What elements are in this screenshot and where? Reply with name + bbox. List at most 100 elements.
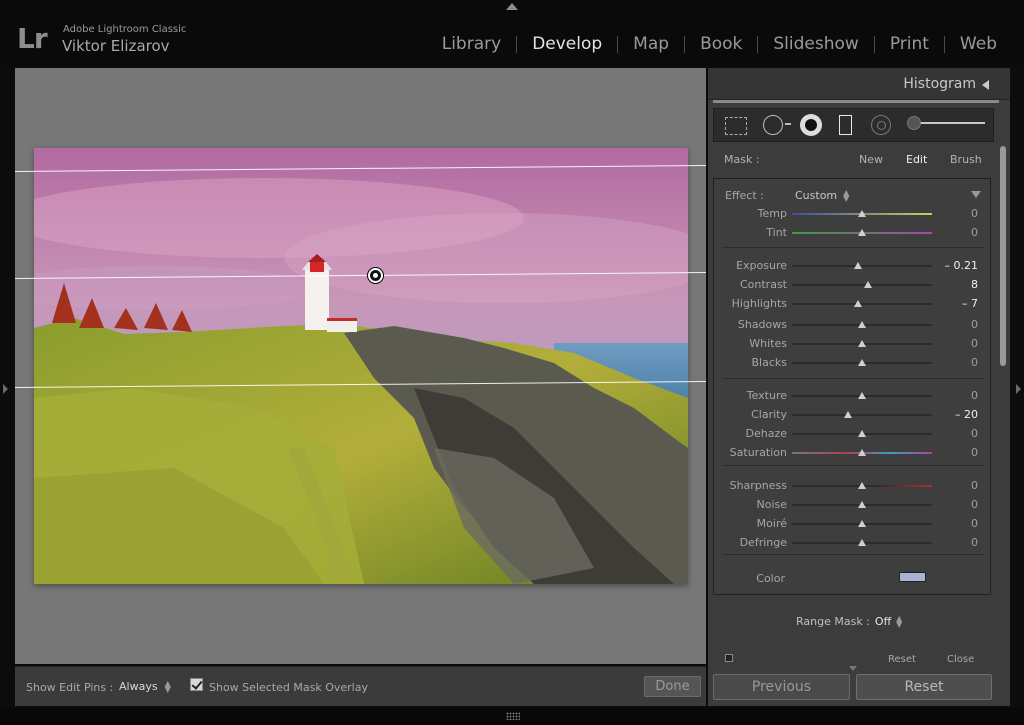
texture-slider[interactable]: [792, 392, 932, 399]
mask-new-option[interactable]: New: [859, 153, 883, 166]
shadows-value[interactable]: 0: [971, 318, 978, 331]
range-mask-select[interactable]: Range Mask : Off ▲ ▼: [796, 614, 902, 628]
contrast-slider[interactable]: [792, 281, 932, 288]
module-library[interactable]: Library: [427, 34, 516, 54]
exposure-slider[interactable]: [792, 262, 932, 269]
whites-slider-thumb[interactable]: [858, 340, 866, 347]
adjustment-brush-icon[interactable]: [907, 116, 921, 130]
histogram-header[interactable]: Histogram: [708, 68, 1010, 100]
whites-value[interactable]: 0: [971, 337, 978, 350]
noise-value[interactable]: 0: [971, 498, 978, 511]
blacks-value[interactable]: 0: [971, 356, 978, 369]
saturation-value[interactable]: 0: [971, 446, 978, 459]
noise-slider-thumb[interactable]: [858, 501, 866, 508]
clarity-slider-thumb[interactable]: [844, 411, 852, 418]
blacks-slider[interactable]: [792, 359, 932, 366]
show-edit-pins-select[interactable]: Always ▲ ▼: [119, 679, 171, 693]
radial-filter-icon[interactable]: [871, 115, 891, 135]
updown-arrows-icon: ▲ ▼: [843, 187, 850, 203]
contrast-label: Contrast: [739, 278, 787, 291]
photo-canvas[interactable]: [15, 68, 706, 664]
whites-slider[interactable]: [792, 340, 932, 347]
saturation-slider-thumb[interactable]: [858, 449, 866, 456]
tint-slider-thumb[interactable]: [858, 229, 866, 236]
spot-removal-icon[interactable]: [763, 115, 783, 135]
defringe-slider-thumb[interactable]: [858, 539, 866, 546]
expand-left-panel-icon[interactable]: [3, 384, 8, 394]
temp-slider[interactable]: [792, 210, 932, 217]
saturation-slider[interactable]: [792, 449, 932, 456]
mask-overlay-checkbox[interactable]: [190, 678, 203, 691]
clarity-value[interactable]: – 20: [955, 408, 978, 421]
texture-value[interactable]: 0: [971, 389, 978, 402]
module-web[interactable]: Web: [945, 34, 1012, 54]
dehaze-slider-thumb[interactable]: [858, 430, 866, 437]
slider-row-contrast: Contrast 8: [714, 276, 992, 295]
moire-value[interactable]: 0: [971, 517, 978, 530]
shadows-slider[interactable]: [792, 321, 932, 328]
tint-slider[interactable]: [792, 229, 932, 236]
module-print[interactable]: Print: [875, 34, 944, 54]
effect-preset-select[interactable]: Custom ▲ ▼: [795, 187, 850, 203]
highlights-slider-thumb[interactable]: [853, 300, 862, 307]
mask-close-link[interactable]: Close: [947, 654, 974, 665]
module-book[interactable]: Book: [685, 34, 757, 54]
reset-button[interactable]: Reset: [856, 674, 992, 700]
crop-overlay-icon[interactable]: [725, 117, 747, 135]
dehaze-value[interactable]: 0: [971, 427, 978, 440]
mask-overlay-label: Show Selected Mask Overlay: [209, 681, 368, 694]
noise-slider[interactable]: [792, 501, 932, 508]
done-button[interactable]: Done: [644, 676, 701, 697]
collapse-triangle-icon[interactable]: [982, 80, 989, 90]
mask-toggle-switch[interactable]: [725, 654, 733, 662]
dehaze-slider[interactable]: [792, 430, 932, 437]
exposure-value[interactable]: – 0.21: [945, 259, 979, 272]
color-swatch[interactable]: [899, 572, 926, 582]
sharpness-slider[interactable]: [792, 482, 932, 489]
show-edit-pins-value: Always: [119, 680, 158, 693]
slider-row-moire: Moiré 0: [714, 515, 992, 534]
graduated-filter-pin[interactable]: [368, 268, 383, 283]
moire-slider-thumb[interactable]: [858, 520, 866, 527]
panel-expand-caret-icon[interactable]: [849, 666, 857, 671]
shadows-slider-thumb[interactable]: [858, 321, 866, 328]
defringe-value[interactable]: 0: [971, 536, 978, 549]
range-mask-row[interactable]: Range Mask : Off ▲ ▼: [713, 603, 994, 633]
mask-edit-option[interactable]: Edit: [906, 153, 927, 166]
highlights-value[interactable]: – 7: [962, 297, 978, 310]
module-slideshow[interactable]: Slideshow: [758, 34, 873, 54]
texture-slider-thumb[interactable]: [858, 392, 866, 399]
filmstrip-grip-icon[interactable]: [506, 712, 520, 720]
lighthouse-photo[interactable]: [34, 148, 688, 584]
red-eye-icon[interactable]: [800, 114, 822, 136]
defringe-slider[interactable]: [792, 539, 932, 546]
graduated-filter-icon[interactable]: [839, 115, 852, 135]
sharpness-slider-thumb[interactable]: [858, 482, 866, 489]
moire-slider[interactable]: [792, 520, 932, 527]
previous-button[interactable]: Previous: [713, 674, 850, 700]
slider-row-defringe: Defringe 0: [714, 534, 992, 553]
effect-disclosure-icon[interactable]: [971, 191, 981, 198]
module-develop[interactable]: Develop: [517, 34, 617, 54]
temp-label: Temp: [757, 207, 787, 220]
sharpness-value[interactable]: 0: [971, 479, 978, 492]
contrast-slider-thumb[interactable]: [863, 281, 872, 288]
module-map[interactable]: Map: [618, 34, 684, 54]
mask-reset-link[interactable]: Reset: [888, 654, 916, 665]
blacks-slider-thumb[interactable]: [858, 359, 866, 366]
expand-right-panel-icon[interactable]: [1016, 384, 1021, 394]
highlights-slider[interactable]: [792, 300, 932, 307]
histogram-title: Histogram: [903, 76, 976, 92]
top-bar: Lr Adobe Lightroom Classic Viktor Elizar…: [0, 0, 1024, 66]
clarity-slider[interactable]: [792, 411, 932, 418]
collapse-top-panel-icon[interactable]: [506, 3, 518, 10]
lightroom-logo: Lr: [17, 22, 48, 55]
temp-slider-thumb[interactable]: [858, 210, 866, 217]
slider-row-saturation: Saturation 0: [714, 444, 992, 463]
panel-scrollbar[interactable]: [1000, 146, 1006, 366]
mask-brush-option[interactable]: Brush: [950, 153, 982, 166]
contrast-value[interactable]: 8: [971, 278, 978, 291]
tint-value[interactable]: 0: [971, 226, 978, 239]
temp-value[interactable]: 0: [971, 207, 978, 220]
exposure-slider-thumb[interactable]: [853, 262, 862, 269]
